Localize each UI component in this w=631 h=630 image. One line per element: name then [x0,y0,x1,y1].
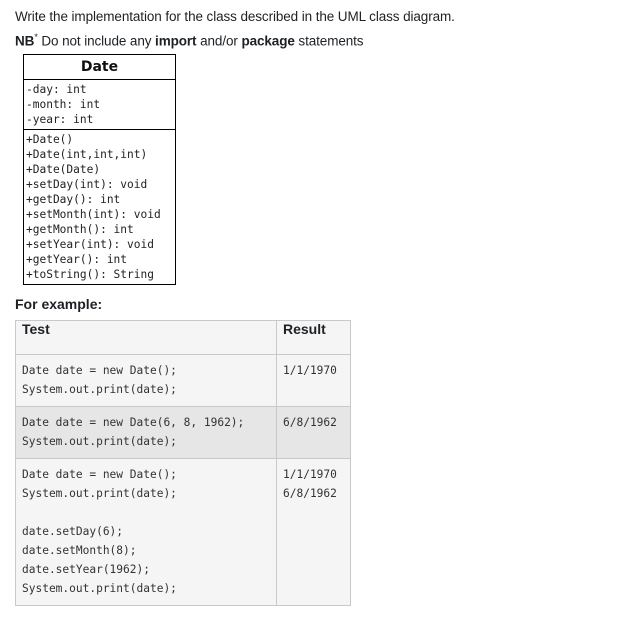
nb-text-1: Do not include any [37,33,156,49]
nb-text-2: and/or [196,33,242,49]
uml-method: +Date(Date) [26,163,101,176]
question-line-1: Write the implementation for the class d… [15,9,455,24]
uml-attribute: -year: int [26,113,94,126]
code-line: Date date = new Date(6, 8, 1962); [22,416,245,429]
uml-methods: +Date() +Date(int,int,int) +Date(Date) +… [24,129,175,284]
uml-method: +setYear(int): void [26,238,154,251]
code-line: date.setYear(1962); [22,563,150,576]
test-column-header: Test [15,320,277,355]
test-cell: Date date = new Date(); System.out.print… [15,458,277,606]
result-column-header: Result [276,320,351,355]
example-row-3: Date date = new Date(); System.out.print… [15,458,351,606]
question-text: Write the implementation for the class d… [15,6,455,52]
nb-text-3: statements [294,33,364,49]
code-line: System.out.print(date); [22,582,177,595]
uml-method: +getDay(): int [26,193,121,206]
uml-class-diagram: Date -day: int -month: int -year: int +D… [23,54,176,285]
for-example-heading: For example: [15,296,103,312]
result-cell: 6/8/1962 [276,406,351,459]
uml-method: +setMonth(int): void [26,208,161,221]
code-line: Date date = new Date(); [22,468,177,481]
uml-attributes: -day: int -month: int -year: int [24,80,175,129]
result-line: 1/1/1970 [283,468,337,481]
code-line: date.setDay(6); [22,525,124,538]
uml-attribute: -month: int [26,98,101,111]
result-line: 6/8/1962 [283,487,337,500]
uml-method: +Date() [26,133,74,146]
uml-method: +getYear(): int [26,253,128,266]
uml-attribute: -day: int [26,83,87,96]
code-line: System.out.print(date); [22,383,177,396]
result-line: 6/8/1962 [283,416,337,429]
example-row-1: Date date = new Date(); System.out.print… [15,354,351,407]
code-line: Date date = new Date(); [22,364,177,377]
question-line-2: NB* Do not include any import and/or pac… [15,27,455,52]
test-cell: Date date = new Date(6, 8, 1962); System… [15,406,277,459]
code-line: System.out.print(date); [22,487,177,500]
uml-method: +getMonth(): int [26,223,134,236]
result-line: 1/1/1970 [283,364,337,377]
uml-method: +toString(): String [26,268,154,281]
uml-class-name: Date [24,55,175,80]
code-line: System.out.print(date); [22,435,177,448]
uml-method: +Date(int,int,int) [26,148,148,161]
uml-method: +setDay(int): void [26,178,148,191]
result-cell: 1/1/1970 6/8/1962 [276,458,351,606]
example-row-2: Date date = new Date(6, 8, 1962); System… [15,406,351,459]
test-cell: Date date = new Date(); System.out.print… [15,354,277,407]
result-cell: 1/1/1970 [276,354,351,407]
examples-table: Test Result Date date = new Date(); Syst… [15,320,351,606]
examples-header-row: Test Result [15,320,351,355]
nb-label: NB [15,33,35,49]
import-keyword: import [155,33,197,49]
code-line: date.setMonth(8); [22,544,137,557]
package-keyword: package [241,33,295,49]
